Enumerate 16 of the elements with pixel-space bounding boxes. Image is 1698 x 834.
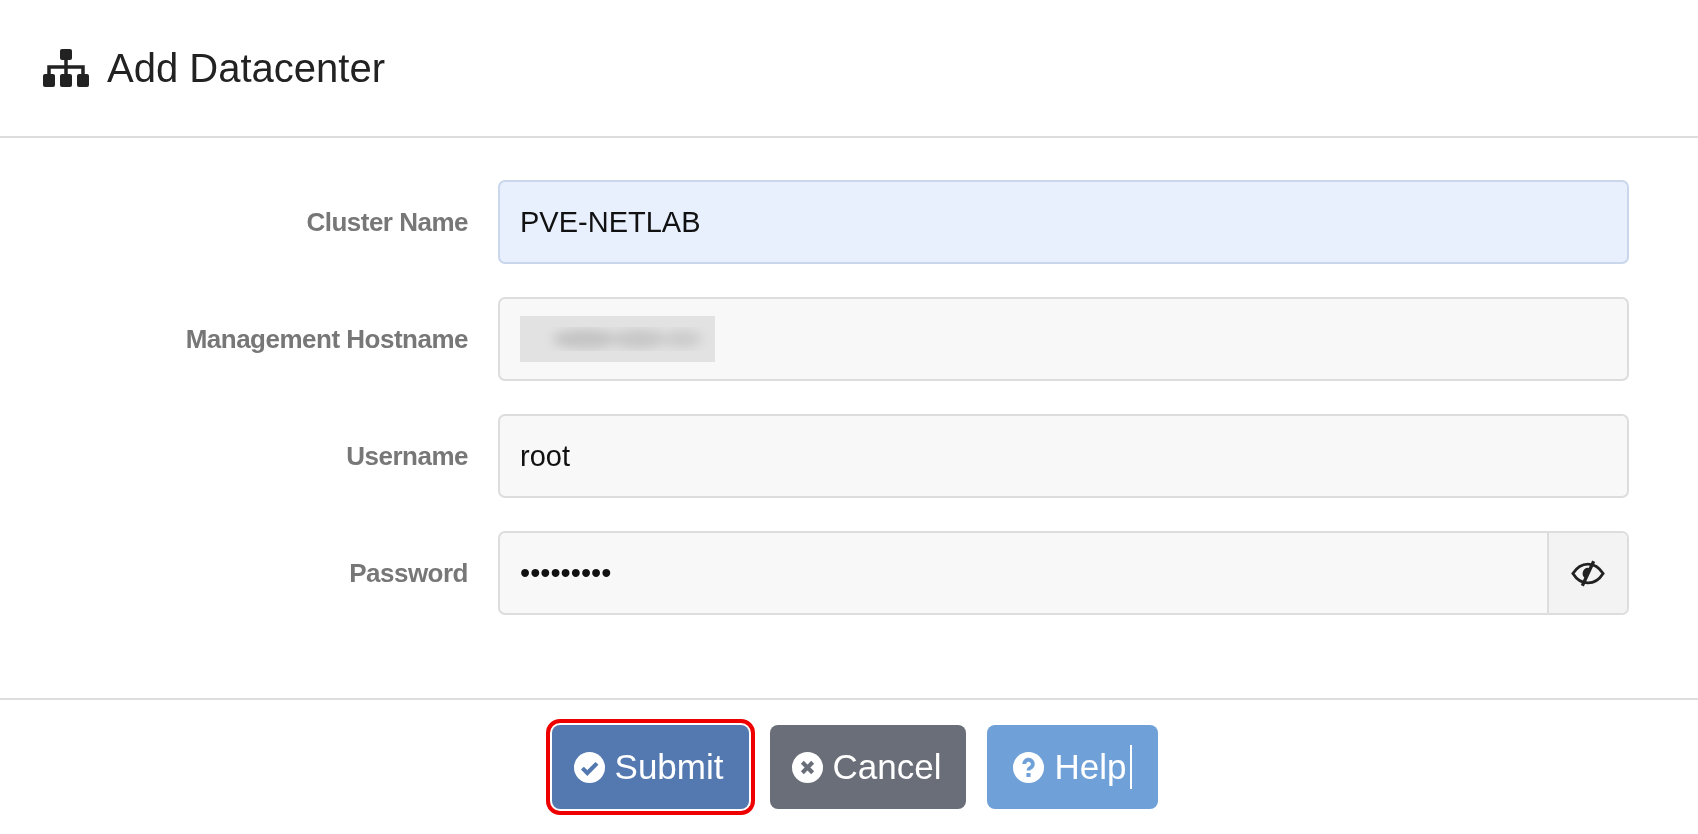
eye-slash-icon [1571, 559, 1605, 587]
x-circle-icon [791, 751, 823, 783]
question-circle-icon [1013, 751, 1045, 783]
field-label: Cluster Name [305, 206, 469, 238]
show-password-button[interactable] [1547, 533, 1627, 613]
text-field[interactable]: PVE-NETLAB [498, 180, 1629, 264]
text-field[interactable]: root [498, 414, 1629, 498]
cancel-button[interactable]: Cancel [769, 725, 967, 809]
text-field[interactable] [498, 297, 1629, 381]
sitemap-icon [43, 49, 89, 87]
field-label: Management Hostname [184, 323, 469, 355]
field-label: Username [345, 440, 469, 472]
dialog-title: Add Datacenter [107, 45, 385, 91]
password-field[interactable]: ••••••••• [498, 531, 1629, 615]
field-label: Password [348, 557, 469, 589]
check-circle-icon [573, 751, 605, 783]
